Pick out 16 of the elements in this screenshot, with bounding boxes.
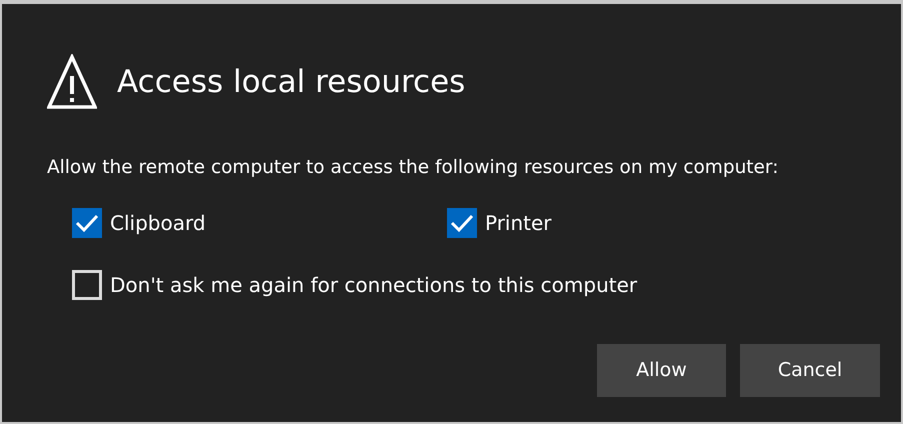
- checkbox[interactable]: Don't ask me again for connections to this computer: [72, 270, 880, 300]
- checkbox-box[interactable]: [447, 208, 477, 238]
- checkbox[interactable]: Clipboard: [72, 208, 447, 238]
- cancel-button[interactable]: Cancel: [740, 344, 880, 397]
- checkbox-label: Clipboard: [110, 210, 206, 237]
- warning-icon: [47, 54, 97, 110]
- checkmark-icon: [75, 212, 99, 233]
- dialog-title: Access local resources: [117, 66, 466, 98]
- checkbox-label: Printer: [485, 210, 552, 237]
- checkmark-icon: [450, 212, 474, 233]
- checkbox[interactable]: Printer: [447, 208, 822, 238]
- checkbox-box[interactable]: [72, 208, 102, 238]
- description: Allow the remote computer to access the following resources on my computer:: [47, 156, 780, 180]
- checkbox-box[interactable]: [72, 270, 102, 300]
- allow-button[interactable]: Allow: [597, 344, 726, 397]
- checkbox-label: Don't ask me again for connections to this computer: [110, 272, 638, 299]
